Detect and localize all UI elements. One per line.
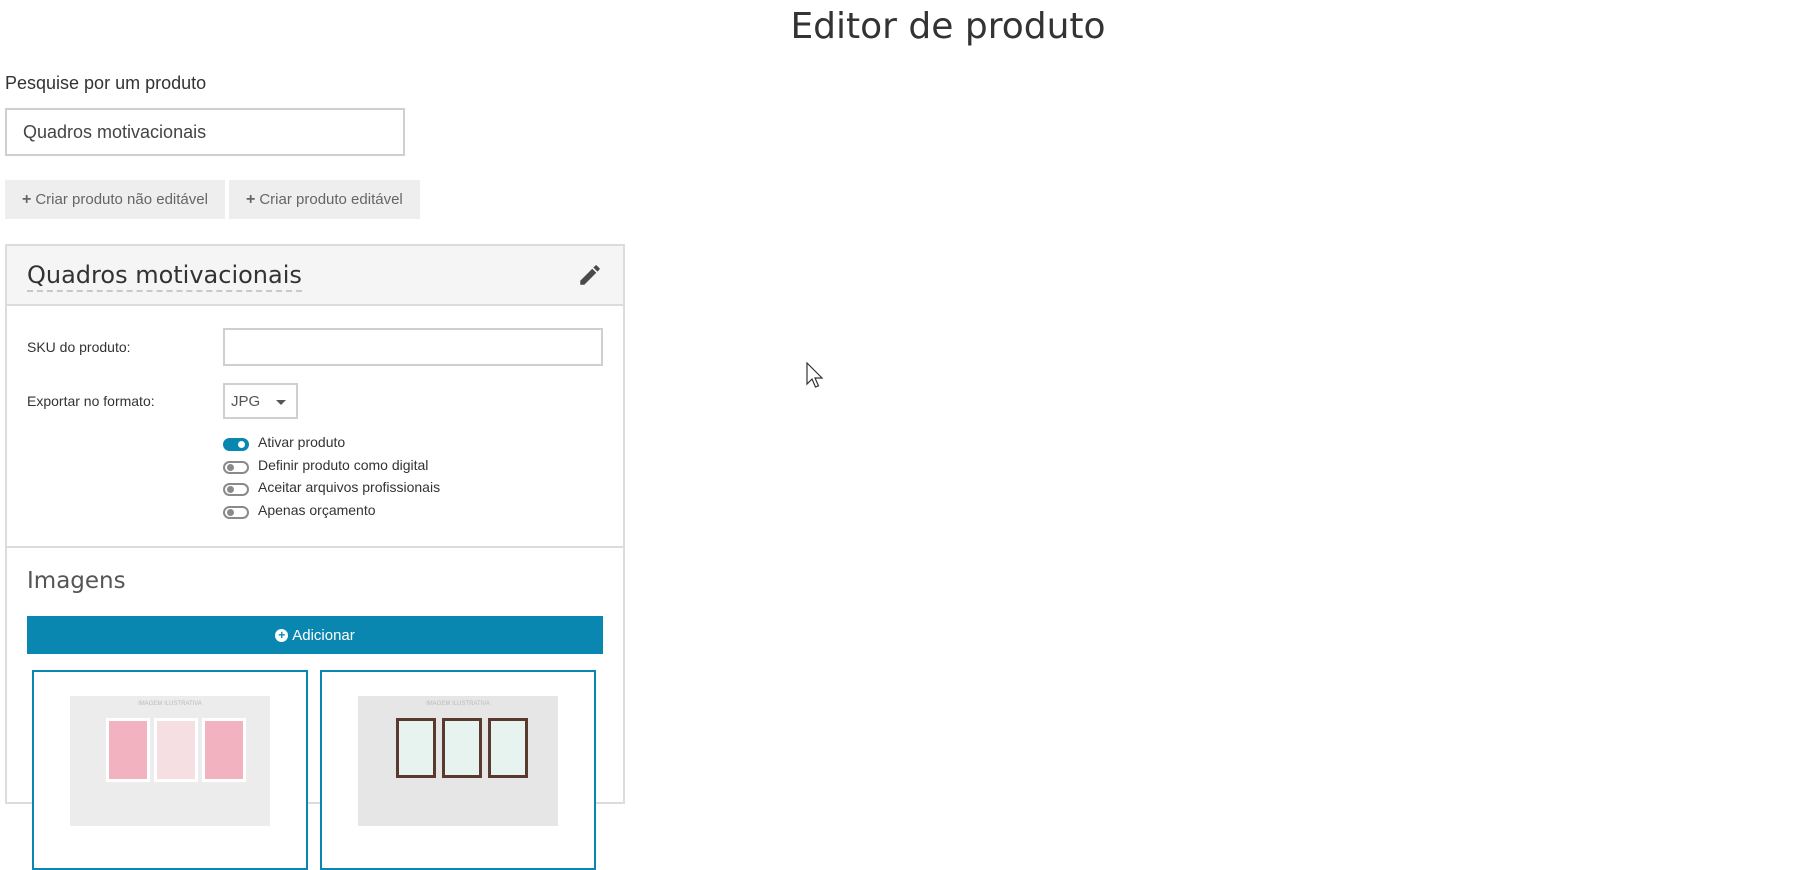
sku-label: SKU do produto: [27, 339, 131, 355]
export-format-value: JPG [231, 392, 261, 410]
pencil-icon[interactable] [577, 262, 603, 288]
image-thumbnail-pink-frames[interactable]: IMAGEM ILUSTRATIVA [32, 670, 308, 870]
chevron-down-icon [276, 400, 286, 405]
product-image: IMAGEM ILUSTRATIVA [358, 696, 558, 826]
image-caption: IMAGEM ILUSTRATIVA [426, 701, 490, 707]
toggle-label: Definir produto como digital [258, 456, 429, 473]
search-input[interactable] [5, 108, 405, 156]
product-name[interactable]: Quadros motivacionais [27, 261, 302, 292]
create-non-editable-button[interactable]: + Criar produto não editável [5, 180, 225, 219]
frame-art [488, 718, 528, 778]
product-panel: Quadros motivacionais SKU do produto: Ex… [5, 244, 625, 870]
toggle-switch[interactable] [223, 438, 249, 451]
mouse-cursor-icon [806, 362, 824, 388]
toggle-switch[interactable] [223, 506, 249, 519]
toggle-label: Ativar produto [258, 433, 346, 450]
image-thumbnail-dark-frames[interactable]: IMAGEM ILUSTRATIVA [320, 670, 596, 870]
toggle-digital-product[interactable]: Definir produto como digital [223, 457, 428, 474]
export-format-select[interactable]: JPG [223, 383, 298, 419]
toggle-switch[interactable] [223, 483, 249, 496]
frame-art [202, 718, 246, 782]
search-label: Pesquise por um produto [5, 73, 207, 93]
toggle-professional-files[interactable]: Aceitar arquivos profissionais [223, 479, 440, 496]
frame-art [442, 718, 482, 778]
sku-input[interactable] [223, 328, 603, 366]
toggle-quote-only[interactable]: Apenas orçamento [223, 502, 376, 519]
frame-art [154, 718, 198, 782]
product-image: IMAGEM ILUSTRATIVA [70, 696, 270, 826]
toggle-label: Apenas orçamento [258, 501, 376, 518]
add-image-label: Adicionar [292, 626, 355, 644]
images-title: Imagens [27, 568, 126, 594]
plus-circle-icon: + [275, 628, 289, 642]
toggle-switch[interactable] [223, 461, 249, 474]
create-editable-button[interactable]: + Criar produto editável [229, 180, 420, 219]
add-image-button[interactable]: + Adicionar [27, 616, 603, 654]
toggle-active-product[interactable]: Ativar produto [223, 434, 345, 451]
frame-art [106, 718, 150, 782]
plus-icon: + [246, 190, 256, 208]
product-panel-header: Quadros motivacionais [7, 246, 623, 306]
frame-art [396, 718, 436, 778]
create-editable-label: Criar produto editável [259, 191, 403, 208]
create-non-editable-label: Criar produto não editável [35, 191, 208, 208]
toggle-label: Aceitar arquivos profissionais [258, 478, 441, 495]
plus-icon: + [22, 190, 32, 208]
section-divider [7, 546, 623, 548]
page-title: Editor de produto [790, 6, 1106, 47]
image-caption: IMAGEM ILUSTRATIVA [138, 701, 202, 707]
export-format-label: Exportar no formato: [27, 393, 155, 409]
